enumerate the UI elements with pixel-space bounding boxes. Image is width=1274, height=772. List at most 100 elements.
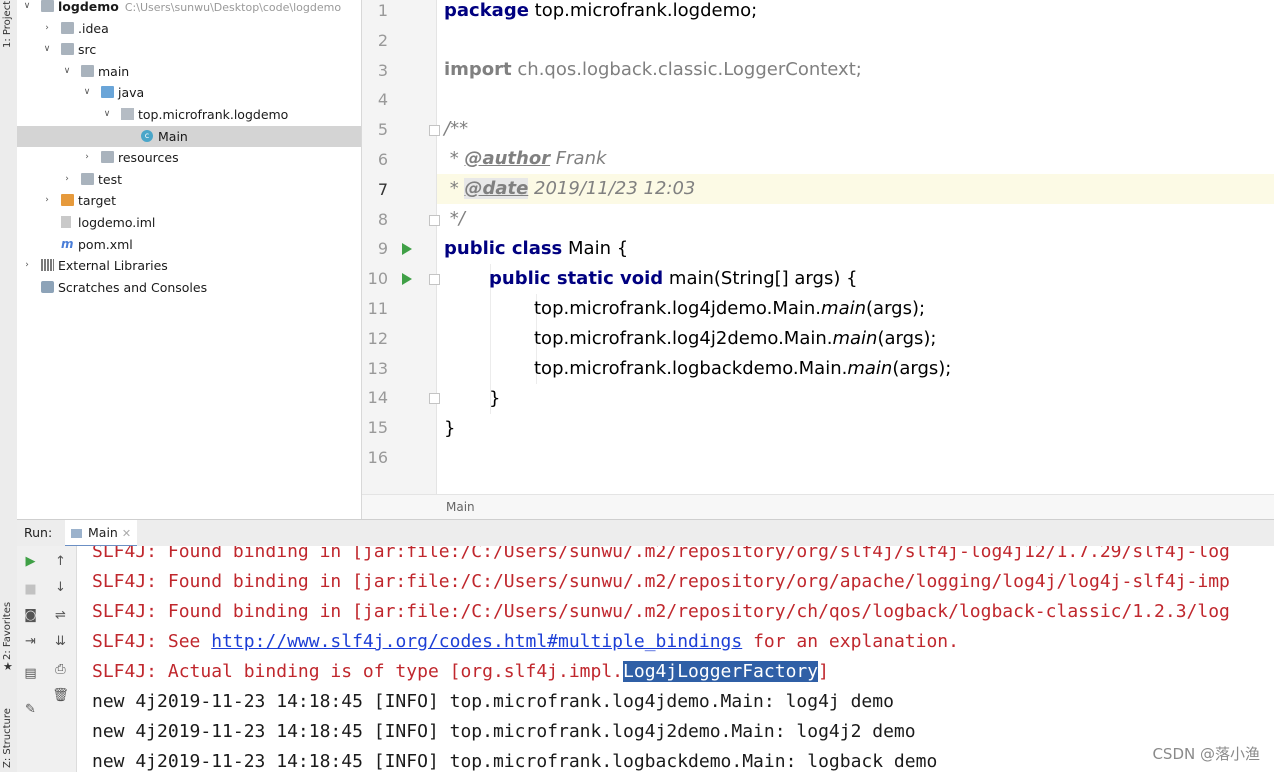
console-line: new 4j2019-11-23 14:18:45 [INFO] top.mic… xyxy=(92,721,916,742)
console-output[interactable]: SLF4J: Found binding in [jar:file:/C:/Us… xyxy=(77,546,1274,772)
run-gutter-icon[interactable] xyxy=(402,273,412,286)
tree-item-main[interactable]: ∨ main xyxy=(17,61,361,82)
chevron-down-icon[interactable]: ∨ xyxy=(81,82,93,103)
line-number: 16 xyxy=(367,448,388,467)
chevron-right-icon[interactable]: › xyxy=(41,190,53,211)
tree-item-label: logdemo C:\Users\sunwu\Desktop\code\logde… xyxy=(58,0,342,14)
chevron-down-icon[interactable]: ∨ xyxy=(41,39,53,60)
line-number: 9 xyxy=(377,239,388,259)
rerun-icon[interactable]: ▶ xyxy=(17,554,44,569)
fold-marker-icon[interactable] xyxy=(429,214,440,226)
console-line: SLF4J: Found binding in [jar:file:/C:/Us… xyxy=(92,601,1230,622)
layout-icon[interactable]: ▤ xyxy=(17,666,44,681)
line-number: 14 xyxy=(367,388,388,408)
left-tool-strip: 1: Project 2: Favorites ★ Z: Structure xyxy=(0,0,18,772)
line-number: 10 xyxy=(367,269,388,289)
soft-wrap-icon[interactable]: ⇌ xyxy=(47,608,74,623)
tree-item-src[interactable]: ∨ src xyxy=(17,39,361,60)
fold-marker-icon[interactable] xyxy=(429,393,440,405)
fold-marker-icon[interactable] xyxy=(429,274,440,286)
line-number: 6 xyxy=(377,150,388,169)
arrow-up-icon[interactable]: ↑ xyxy=(47,554,74,569)
project-tree-panel: ∨ logdemo C:\Users\sunwu\Desktop\code\logd… xyxy=(17,0,362,519)
excluded-folder-icon xyxy=(61,194,74,207)
run-toolbar-primary: ▶ ■ ◙ ⇥ ▤ ✎ xyxy=(17,546,45,772)
multiple-bindings-link[interactable]: http://www.slf4j.org/codes.html#multiple… xyxy=(211,631,742,652)
chevron-right-icon[interactable]: › xyxy=(41,18,53,39)
print-icon[interactable]: ⎙ xyxy=(47,662,74,677)
tree-item-label: test xyxy=(98,171,123,187)
watermark: CSDN @落小渔 xyxy=(1152,745,1260,763)
pin-icon[interactable]: ✎ xyxy=(17,702,44,717)
trash-icon[interactable]: 🗑 xyxy=(47,688,74,703)
project-tool-tab[interactable]: 1: Project xyxy=(0,0,17,52)
line-number: 8 xyxy=(377,209,388,229)
code-editor[interactable]: 1 2 3 4 5 6 7 8 9 10 11 12 13 14 15 16 package top.micr… xyxy=(362,0,1274,520)
tree-item-label: main xyxy=(98,63,130,79)
console-line: SLF4J: Found binding in [jar:file:/C:/Us… xyxy=(92,546,1230,562)
favorites-tool-tab[interactable]: 2: Favorites xyxy=(0,590,17,670)
tree-item-external-libraries[interactable]: › External Libraries xyxy=(17,255,361,276)
code-line-13: top.microfrank.logbackdemo.Main.main(arg… xyxy=(534,358,952,379)
libraries-icon xyxy=(41,259,54,272)
editor-breadcrumb[interactable]: Main xyxy=(362,494,1274,520)
structure-tool-tab[interactable]: Z: Structure xyxy=(0,690,17,770)
console-line: SLF4J: Found binding in [jar:file:/C:/Us… xyxy=(92,571,1230,592)
tree-item-java[interactable]: ∨ java xyxy=(17,82,361,103)
chevron-right-icon[interactable]: › xyxy=(81,147,93,168)
tree-item-pom-xml[interactable]: m pom.xml xyxy=(17,234,361,255)
run-tab-main[interactable]: Main ✕ xyxy=(65,520,138,547)
chevron-down-icon[interactable]: ∨ xyxy=(101,104,113,125)
login-icon[interactable]: ⇥ xyxy=(17,634,44,649)
line-number: 7 xyxy=(377,179,388,199)
tree-item-resources[interactable]: › resources xyxy=(17,147,361,168)
console-tab-icon xyxy=(71,529,82,538)
chevron-down-icon[interactable]: ∨ xyxy=(21,0,33,17)
scroll-to-end-icon[interactable]: ⇊ xyxy=(47,634,74,649)
chevron-right-icon[interactable]: › xyxy=(61,169,73,190)
tree-item-label: Scratches and Consoles xyxy=(58,279,208,295)
tree-item-idea[interactable]: › .idea xyxy=(17,18,361,39)
camera-icon[interactable]: ◙ xyxy=(17,608,44,623)
selected-text[interactable]: Log4jLoggerFactory xyxy=(623,661,819,682)
line-number: 11 xyxy=(367,299,388,318)
line-number: 15 xyxy=(367,418,388,438)
run-gutter-icon[interactable] xyxy=(402,243,412,256)
tree-item-label: External Libraries xyxy=(58,258,168,274)
arrow-down-icon[interactable]: ↓ xyxy=(47,580,74,595)
tree-item-logdemo-iml[interactable]: logdemo.iml xyxy=(17,212,361,233)
tree-item-main[interactable]: c Main xyxy=(17,125,361,147)
code-line-14: } xyxy=(489,388,501,409)
code-line-9: public class Main { xyxy=(444,238,629,259)
stop-icon[interactable]: ■ xyxy=(17,582,44,597)
code-line-5: /** xyxy=(444,118,469,139)
editor-gutter: 1 2 3 4 5 6 7 8 9 10 11 12 13 14 15 16 xyxy=(362,0,440,494)
chevron-down-icon[interactable]: ∨ xyxy=(61,61,73,82)
package-icon xyxy=(121,108,134,120)
code-line-12: top.microfrank.log4j2demo.Main.main(args… xyxy=(534,328,937,349)
tree-item-top-microfrank-logdemo[interactable]: ∨ top.microfrank.logdemo xyxy=(17,104,361,125)
code-line-11: top.microfrank.log4jdemo.Main.main(args)… xyxy=(534,298,926,319)
tree-item-logdemo[interactable]: ∨ logdemo C:\Users\sunwu\Desktop\code\logd… xyxy=(17,0,361,17)
console-line: new 4j2019-11-23 14:18:45 [INFO] top.mic… xyxy=(92,691,894,712)
tree-item-scratches-and-consoles[interactable]: Scratches and Consoles xyxy=(17,277,361,298)
tree-item-target[interactable]: › target xyxy=(17,190,361,211)
code-line-1: package top.microfrank.logdemo; xyxy=(444,0,758,21)
tree-item-label: target xyxy=(78,193,117,209)
fold-marker-icon[interactable] xyxy=(429,125,440,137)
tree-item-label: src xyxy=(78,42,97,58)
resources-folder-icon xyxy=(101,151,114,164)
maven-icon: m xyxy=(61,236,74,251)
line-number: 13 xyxy=(367,358,388,378)
chevron-right-icon[interactable]: › xyxy=(21,255,33,276)
code-line-7: * @date 2019/11/23 12:03 xyxy=(444,178,696,199)
folder-icon xyxy=(61,21,74,34)
code-line-3: import ch.qos.logback.classic.LoggerCont… xyxy=(444,59,862,80)
tree-item-label: java xyxy=(118,85,145,101)
line-number: 4 xyxy=(377,90,388,110)
line-number: 2 xyxy=(377,30,388,50)
tree-item-test[interactable]: › test xyxy=(17,169,361,190)
code-line-15: } xyxy=(444,418,456,439)
run-panel-header: Run: Main ✕ xyxy=(17,519,1274,548)
close-tab-icon[interactable]: ✕ xyxy=(122,527,131,540)
